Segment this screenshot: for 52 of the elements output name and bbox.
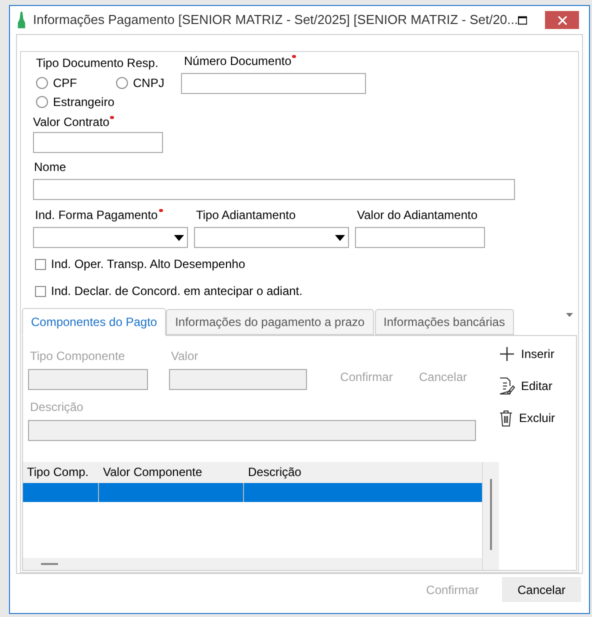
- tab[interactable]: Informações bancárias: [374, 309, 514, 335]
- field-label: Ind. Forma Pagamento: [35, 208, 158, 223]
- radio-label: CNPJ: [133, 75, 164, 92]
- field-label: Tipo Componente: [30, 348, 126, 365]
- plus-icon: [499, 346, 515, 362]
- field-label: Tipo Documento Resp.: [36, 56, 158, 71]
- radio-button[interactable]: [36, 96, 48, 108]
- radio-label: CPF: [53, 75, 77, 92]
- document-pencil-icon: [499, 377, 515, 395]
- required-marker: [158, 209, 163, 212]
- toolbar-button[interactable]: Excluir: [499, 408, 556, 428]
- field-label: Nome: [34, 160, 66, 175]
- radio-button[interactable]: [116, 77, 128, 89]
- toolbar-button[interactable]: Inserir: [499, 344, 556, 364]
- scrollbar-thumb[interactable]: [41, 563, 58, 565]
- scrollbar-thumb[interactable]: [490, 479, 492, 550]
- close-icon: [558, 16, 567, 24]
- input-field[interactable]: [355, 227, 485, 248]
- field-label: Tipo Adiantamento: [196, 208, 296, 223]
- field-label: Valor Contrato: [33, 115, 110, 130]
- input-field[interactable]: [181, 72, 366, 94]
- dropdown-arrow-icon: [174, 234, 184, 240]
- toolbar-button[interactable]: Editar: [499, 376, 556, 396]
- column-header[interactable]: Tipo Comp.: [23, 463, 99, 481]
- dropdown-field[interactable]: [194, 227, 349, 248]
- checkbox-label: Ind. Declar. de Concord. em antecipar o adiant.: [51, 283, 302, 300]
- radio-label: Estrangeiro: [53, 94, 114, 111]
- checkbox[interactable]: [35, 286, 46, 296]
- dialog-button[interactable]: Cancelar: [502, 577, 581, 602]
- field-label: Número Documento: [184, 54, 292, 69]
- radio-button[interactable]: [36, 77, 48, 89]
- required-marker: [292, 55, 296, 58]
- field-label: Valor do Adiantamento: [357, 208, 478, 223]
- input-field[interactable]: [33, 132, 163, 153]
- input-field[interactable]: [33, 179, 515, 200]
- close-button[interactable]: [545, 11, 580, 29]
- column-header[interactable]: Descrição: [244, 463, 482, 481]
- column-header[interactable]: Valor Componente: [99, 463, 244, 481]
- checkbox[interactable]: [35, 258, 46, 270]
- trash-icon: [499, 410, 513, 426]
- checkbox-label: Ind. Oper. Transp. Alto Desempenho: [51, 256, 246, 273]
- app-logo-icon: [16, 11, 27, 29]
- tab[interactable]: Componentes do Pagto: [22, 308, 166, 336]
- dropdown-field[interactable]: [33, 227, 188, 248]
- dropdown-arrow-icon[interactable]: [566, 313, 573, 317]
- field-label: Valor: [171, 348, 200, 365]
- maximize-icon[interactable]: [518, 16, 528, 24]
- field-label: Descrição: [30, 399, 84, 416]
- window-title: Informações Pagamento [SENIOR MATRIZ - Set/2025] [SENIOR MATRIZ - Set/20...: [32, 11, 518, 30]
- dropdown-arrow-icon: [335, 234, 345, 240]
- required-marker: [110, 116, 114, 119]
- tab[interactable]: Informações do pagamento a prazo: [166, 309, 374, 335]
